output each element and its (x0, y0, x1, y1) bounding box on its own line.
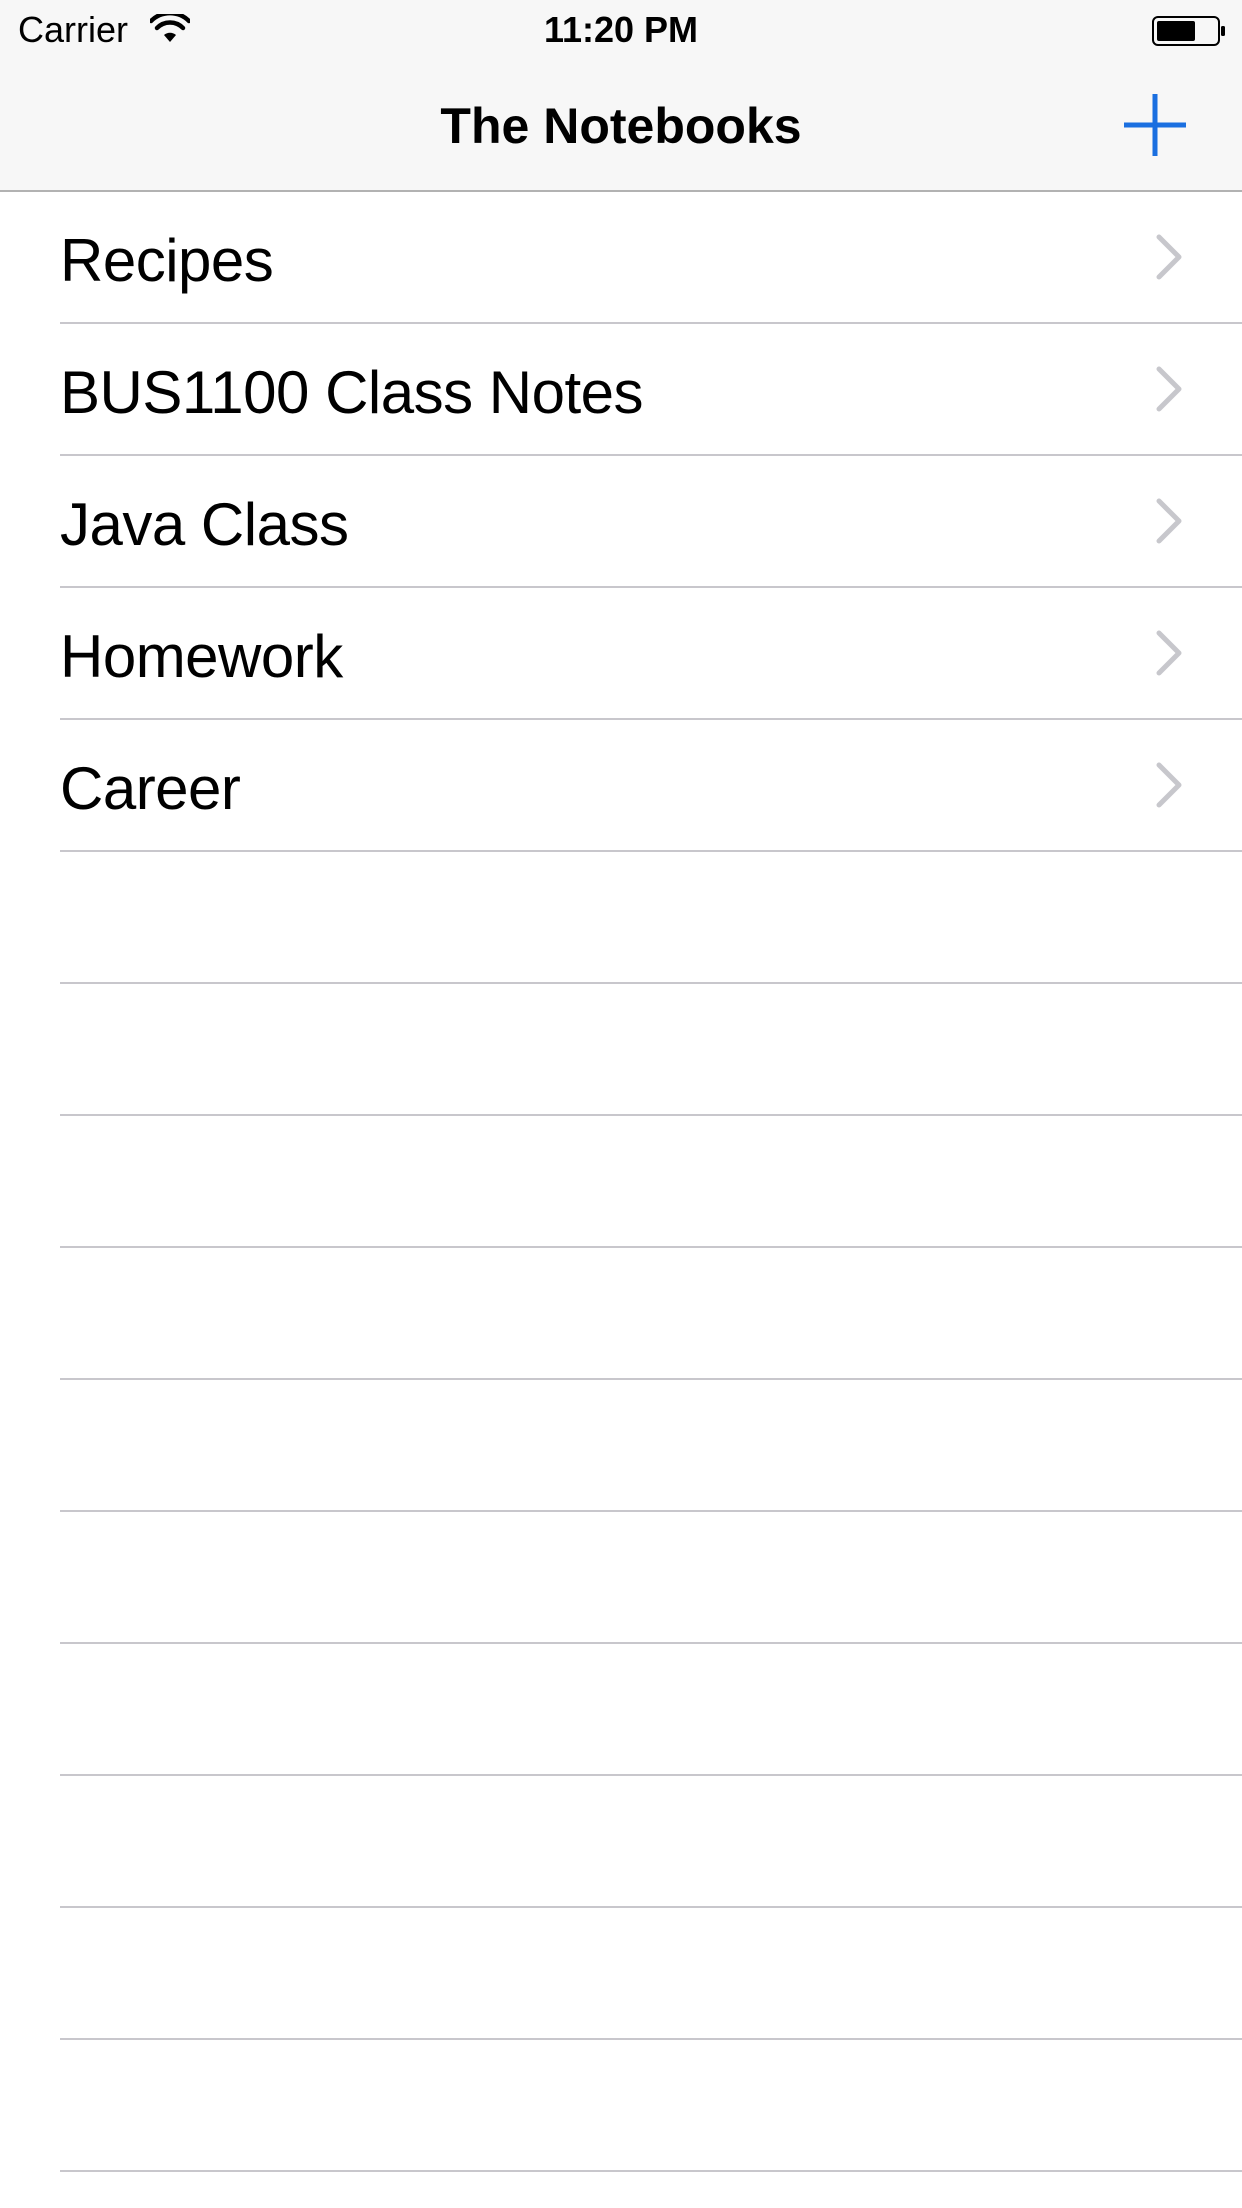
empty-row (0, 1248, 1242, 1380)
notebook-title: Java Class (60, 491, 349, 558)
notebook-row[interactable]: BUS1100 Class Notes (0, 324, 1242, 456)
empty-row (0, 1116, 1242, 1248)
empty-row (0, 1908, 1242, 2040)
chevron-right-icon (1156, 234, 1182, 280)
notebook-list: Recipes BUS1100 Class Notes Java Class Home… (0, 192, 1242, 2172)
top-bar: Carrier 11:20 PM The Notebooks (0, 0, 1242, 192)
notebook-title: BUS1100 Class Notes (60, 359, 644, 426)
notebook-title: Career (60, 755, 241, 822)
notebook-title: Homework (60, 623, 343, 690)
chevron-right-icon (1156, 366, 1182, 412)
plus-icon (1124, 94, 1186, 156)
chevron-right-icon (1156, 630, 1182, 676)
status-bar: Carrier 11:20 PM (0, 0, 1242, 60)
empty-row (0, 984, 1242, 1116)
chevron-right-icon (1156, 498, 1182, 544)
notebook-title: Recipes (60, 227, 274, 294)
empty-row (0, 1776, 1242, 1908)
clock: 11:20 PM (543, 9, 699, 50)
screen: Carrier 11:20 PM The Notebooks Recipes BU… (0, 0, 1242, 2208)
add-notebook-button[interactable] (1120, 90, 1190, 160)
empty-row (0, 1380, 1242, 1512)
notebook-row[interactable]: Recipes (0, 192, 1242, 324)
empty-row (0, 1512, 1242, 1644)
page-title: The Notebooks (440, 98, 802, 154)
chevron-right-icon (1156, 762, 1182, 808)
notebook-row[interactable]: Career (0, 720, 1242, 852)
empty-row (0, 1644, 1242, 1776)
battery-icon (1152, 16, 1225, 46)
empty-row (0, 852, 1242, 984)
empty-row (0, 2040, 1242, 2172)
notebook-row[interactable]: Java Class (0, 456, 1242, 588)
notebook-row[interactable]: Homework (0, 588, 1242, 720)
